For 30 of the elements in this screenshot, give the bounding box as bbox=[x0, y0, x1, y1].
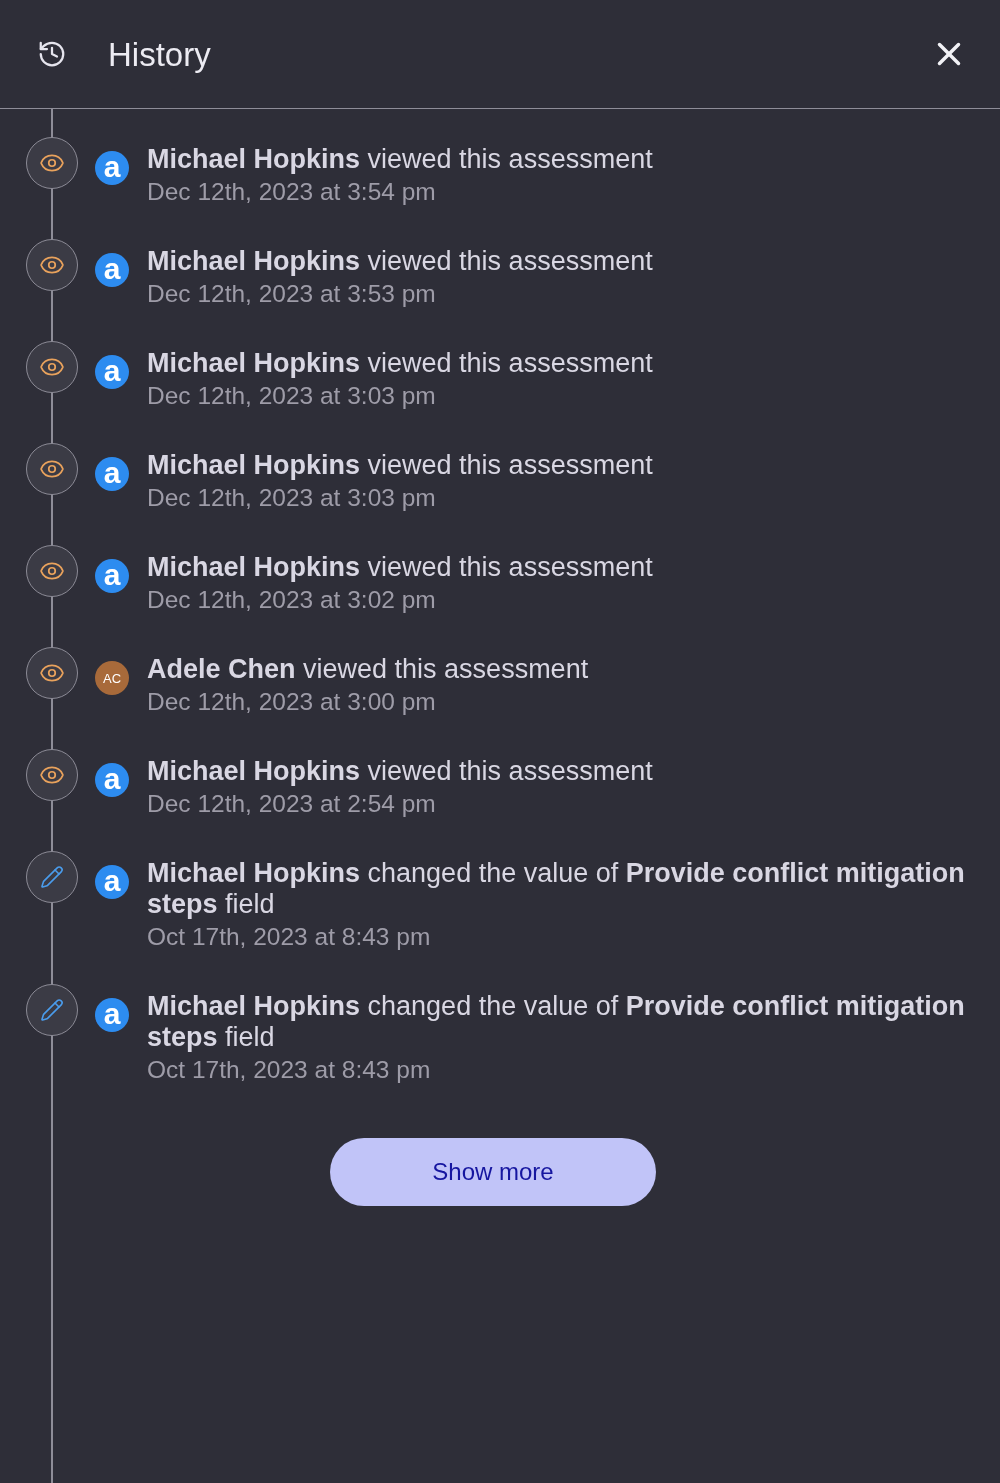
user-avatar: a bbox=[95, 253, 129, 287]
activity-timestamp: Oct 17th, 2023 at 8:43 pm bbox=[147, 922, 431, 952]
activity-timestamp: Dec 12th, 2023 at 3:03 pm bbox=[147, 483, 436, 513]
activity-text: Adele Chen viewed this assessment bbox=[147, 654, 589, 685]
activity-timestamp: Dec 12th, 2023 at 2:54 pm bbox=[147, 789, 436, 819]
activity-timestamp: Dec 12th, 2023 at 3:00 pm bbox=[147, 687, 436, 717]
activity-text: Michael Hopkins viewed this assessment bbox=[147, 450, 653, 481]
activity-timestamp: Dec 12th, 2023 at 3:02 pm bbox=[147, 585, 436, 615]
user-avatar: AC bbox=[95, 661, 129, 695]
activity-timestamp: Dec 12th, 2023 at 3:53 pm bbox=[147, 279, 436, 309]
activity-text: Michael Hopkins viewed this assessment bbox=[147, 756, 653, 787]
panel-title: History bbox=[108, 37, 211, 71]
user-avatar: a bbox=[95, 998, 129, 1032]
activity-timestamp: Dec 12th, 2023 at 3:03 pm bbox=[147, 381, 436, 411]
activity-timestamp: Oct 17th, 2023 at 8:43 pm bbox=[147, 1055, 431, 1085]
activity-text: Michael Hopkins viewed this assessment bbox=[147, 144, 653, 175]
activity-text: Michael Hopkins changed the value of Provide conflict mitigation steps field bbox=[147, 991, 966, 1053]
show-more-button[interactable]: Show more bbox=[330, 1138, 656, 1206]
user-avatar: a bbox=[95, 559, 129, 593]
activity-text: Michael Hopkins changed the value of Provide conflict mitigation steps field bbox=[147, 858, 966, 920]
activity-text: Michael Hopkins viewed this assessment bbox=[147, 552, 653, 583]
user-avatar: a bbox=[95, 151, 129, 185]
user-avatar: a bbox=[95, 355, 129, 389]
user-avatar: a bbox=[95, 457, 129, 491]
user-avatar: a bbox=[95, 865, 129, 899]
user-avatar: a bbox=[95, 763, 129, 797]
activity-timestamp: Dec 12th, 2023 at 3:54 pm bbox=[147, 177, 436, 207]
activity-text: Michael Hopkins viewed this assessment bbox=[147, 348, 653, 379]
activity-text: Michael Hopkins viewed this assessment bbox=[147, 246, 653, 277]
history-icon bbox=[37, 39, 67, 69]
